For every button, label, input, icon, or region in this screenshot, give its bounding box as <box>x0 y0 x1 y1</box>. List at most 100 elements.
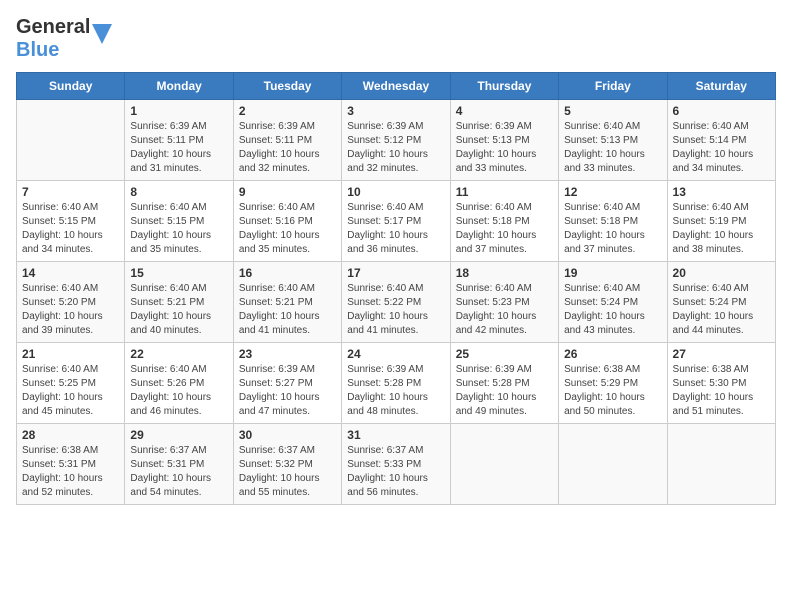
logo-text: GeneralBlue <box>16 16 90 62</box>
day-info: Sunrise: 6:39 AM Sunset: 5:12 PM Dayligh… <box>347 120 444 176</box>
header: GeneralBlue <box>16 16 776 62</box>
day-number: 2 <box>239 104 336 118</box>
week-row-5: 28 Sunrise: 6:38 AM Sunset: 5:31 PM Dayli… <box>17 424 776 505</box>
calendar-cell <box>17 100 125 181</box>
calendar-cell: 24Sunrise: 6:39 AM Sunset: 5:28 PM Dayli… <box>342 343 450 424</box>
day-number: 10 <box>347 185 444 199</box>
calendar-cell: 15 Sunrise: 6:40 AM Sunset: 5:21 PM Dayli… <box>125 262 233 343</box>
day-info: Sunrise: 6:40 AM Sunset: 5:19 PM Dayligh… <box>673 201 770 257</box>
day-number: 15 <box>130 266 227 280</box>
day-info: Sunrise: 6:37 AM Sunset: 5:33 PM Dayligh… <box>347 444 444 500</box>
calendar-cell: 6 Sunrise: 6:40 AM Sunset: 5:14 PM Daylig… <box>667 100 775 181</box>
day-info: Sunrise: 6:40 AM Sunset: 5:24 PM Dayligh… <box>564 282 661 338</box>
calendar-cell: 7Sunrise: 6:40 AM Sunset: 5:15 PM Daylig… <box>17 181 125 262</box>
calendar-cell: 12Sunrise: 6:40 AM Sunset: 5:18 PM Dayli… <box>559 181 667 262</box>
day-info: Sunrise: 6:40 AM Sunset: 5:23 PM Dayligh… <box>456 282 553 338</box>
week-row-1: 1 Sunrise: 6:39 AM Sunset: 5:11 PM Daylig… <box>17 100 776 181</box>
day-info: Sunrise: 6:38 AM Sunset: 5:31 PM Dayligh… <box>22 444 119 500</box>
calendar-cell: 11 Sunrise: 6:40 AM Sunset: 5:18 PM Dayli… <box>450 181 558 262</box>
calendar-cell: 28 Sunrise: 6:38 AM Sunset: 5:31 PM Dayli… <box>17 424 125 505</box>
day-info: Sunrise: 6:39 AM Sunset: 5:28 PM Dayligh… <box>347 363 444 419</box>
day-info: Sunrise: 6:38 AM Sunset: 5:30 PM Dayligh… <box>673 363 770 419</box>
day-number: 21 <box>22 347 119 361</box>
day-number: 16 <box>239 266 336 280</box>
day-number: 19 <box>564 266 661 280</box>
day-info: Sunrise: 6:39 AM Sunset: 5:11 PM Dayligh… <box>239 120 336 176</box>
day-number: 29 <box>130 428 227 442</box>
calendar-cell: 8 Sunrise: 6:40 AM Sunset: 5:15 PM Daylig… <box>125 181 233 262</box>
week-row-3: 14 Sunrise: 6:40 AM Sunset: 5:20 PM Dayli… <box>17 262 776 343</box>
calendar-cell: 10 Sunrise: 6:40 AM Sunset: 5:17 PM Dayli… <box>342 181 450 262</box>
day-info: Sunrise: 6:39 AM Sunset: 5:13 PM Dayligh… <box>456 120 553 176</box>
calendar-cell: 31 Sunrise: 6:37 AM Sunset: 5:33 PM Dayli… <box>342 424 450 505</box>
calendar-cell: 13 Sunrise: 6:40 AM Sunset: 5:19 PM Dayli… <box>667 181 775 262</box>
calendar-cell: 23 Sunrise: 6:39 AM Sunset: 5:27 PM Dayli… <box>233 343 341 424</box>
day-number: 8 <box>130 185 227 199</box>
header-day-monday: Monday <box>125 73 233 100</box>
day-number: 30 <box>239 428 336 442</box>
calendar-cell: 25 Sunrise: 6:39 AM Sunset: 5:28 PM Dayli… <box>450 343 558 424</box>
day-number: 13 <box>673 185 770 199</box>
calendar-cell <box>559 424 667 505</box>
calendar-cell: 5Sunrise: 6:40 AM Sunset: 5:13 PM Daylig… <box>559 100 667 181</box>
calendar-table: SundayMondayTuesdayWednesdayThursdayFrid… <box>16 72 776 505</box>
calendar-cell: 4 Sunrise: 6:39 AM Sunset: 5:13 PM Daylig… <box>450 100 558 181</box>
day-number: 14 <box>22 266 119 280</box>
day-number: 6 <box>673 104 770 118</box>
calendar-cell: 22Sunrise: 6:40 AM Sunset: 5:26 PM Dayli… <box>125 343 233 424</box>
header-day-sunday: Sunday <box>17 73 125 100</box>
day-info: Sunrise: 6:40 AM Sunset: 5:17 PM Dayligh… <box>347 201 444 257</box>
day-number: 28 <box>22 428 119 442</box>
logo: GeneralBlue <box>16 16 112 62</box>
day-info: Sunrise: 6:39 AM Sunset: 5:11 PM Dayligh… <box>130 120 227 176</box>
calendar-cell: 20Sunrise: 6:40 AM Sunset: 5:24 PM Dayli… <box>667 262 775 343</box>
day-number: 27 <box>673 347 770 361</box>
day-number: 31 <box>347 428 444 442</box>
day-number: 18 <box>456 266 553 280</box>
day-info: Sunrise: 6:39 AM Sunset: 5:27 PM Dayligh… <box>239 363 336 419</box>
day-number: 9 <box>239 185 336 199</box>
day-info: Sunrise: 6:40 AM Sunset: 5:25 PM Dayligh… <box>22 363 119 419</box>
calendar-body: 1 Sunrise: 6:39 AM Sunset: 5:11 PM Daylig… <box>17 100 776 505</box>
day-number: 1 <box>130 104 227 118</box>
day-number: 26 <box>564 347 661 361</box>
week-row-4: 21 Sunrise: 6:40 AM Sunset: 5:25 PM Dayli… <box>17 343 776 424</box>
calendar-cell: 2 Sunrise: 6:39 AM Sunset: 5:11 PM Daylig… <box>233 100 341 181</box>
header-day-friday: Friday <box>559 73 667 100</box>
logo-triangle-icon <box>92 19 112 59</box>
calendar-cell: 16Sunrise: 6:40 AM Sunset: 5:21 PM Dayli… <box>233 262 341 343</box>
calendar-header: SundayMondayTuesdayWednesdayThursdayFrid… <box>17 73 776 100</box>
day-info: Sunrise: 6:40 AM Sunset: 5:16 PM Dayligh… <box>239 201 336 257</box>
day-number: 25 <box>456 347 553 361</box>
day-number: 11 <box>456 185 553 199</box>
day-number: 4 <box>456 104 553 118</box>
day-info: Sunrise: 6:40 AM Sunset: 5:26 PM Dayligh… <box>130 363 227 419</box>
header-day-tuesday: Tuesday <box>233 73 341 100</box>
calendar-cell: 17Sunrise: 6:40 AM Sunset: 5:22 PM Dayli… <box>342 262 450 343</box>
day-number: 23 <box>239 347 336 361</box>
calendar-cell: 1 Sunrise: 6:39 AM Sunset: 5:11 PM Daylig… <box>125 100 233 181</box>
calendar-cell: 30 Sunrise: 6:37 AM Sunset: 5:32 PM Dayli… <box>233 424 341 505</box>
calendar-cell: 27 Sunrise: 6:38 AM Sunset: 5:30 PM Dayli… <box>667 343 775 424</box>
calendar-cell: 3 Sunrise: 6:39 AM Sunset: 5:12 PM Daylig… <box>342 100 450 181</box>
day-info: Sunrise: 6:40 AM Sunset: 5:18 PM Dayligh… <box>456 201 553 257</box>
week-row-2: 7Sunrise: 6:40 AM Sunset: 5:15 PM Daylig… <box>17 181 776 262</box>
day-info: Sunrise: 6:40 AM Sunset: 5:22 PM Dayligh… <box>347 282 444 338</box>
day-number: 3 <box>347 104 444 118</box>
day-info: Sunrise: 6:40 AM Sunset: 5:15 PM Dayligh… <box>22 201 119 257</box>
day-info: Sunrise: 6:40 AM Sunset: 5:20 PM Dayligh… <box>22 282 119 338</box>
day-info: Sunrise: 6:40 AM Sunset: 5:21 PM Dayligh… <box>130 282 227 338</box>
day-info: Sunrise: 6:40 AM Sunset: 5:24 PM Dayligh… <box>673 282 770 338</box>
calendar-cell: 26 Sunrise: 6:38 AM Sunset: 5:29 PM Dayli… <box>559 343 667 424</box>
calendar-cell <box>450 424 558 505</box>
day-info: Sunrise: 6:40 AM Sunset: 5:14 PM Dayligh… <box>673 120 770 176</box>
day-info: Sunrise: 6:37 AM Sunset: 5:32 PM Dayligh… <box>239 444 336 500</box>
calendar-cell: 29Sunrise: 6:37 AM Sunset: 5:31 PM Dayli… <box>125 424 233 505</box>
day-info: Sunrise: 6:40 AM Sunset: 5:15 PM Dayligh… <box>130 201 227 257</box>
day-info: Sunrise: 6:38 AM Sunset: 5:29 PM Dayligh… <box>564 363 661 419</box>
calendar-cell: 14 Sunrise: 6:40 AM Sunset: 5:20 PM Dayli… <box>17 262 125 343</box>
day-info: Sunrise: 6:40 AM Sunset: 5:13 PM Dayligh… <box>564 120 661 176</box>
day-info: Sunrise: 6:39 AM Sunset: 5:28 PM Dayligh… <box>456 363 553 419</box>
header-row: SundayMondayTuesdayWednesdayThursdayFrid… <box>17 73 776 100</box>
header-day-saturday: Saturday <box>667 73 775 100</box>
